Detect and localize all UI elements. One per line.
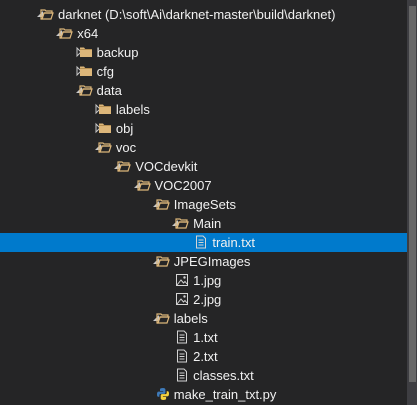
tree-item[interactable]: make_train_txt.py [0,385,410,404]
tree-item[interactable]: 1.txt [0,328,410,347]
tree-item-label: Main [193,216,222,231]
folder-icon [117,159,132,173]
tree-item-label: 1.txt [193,330,218,345]
tree-item[interactable]: x64 [0,24,410,43]
scrollbar-thumb[interactable] [409,6,416,382]
text-file-icon [175,330,189,344]
text-file-icon [175,349,189,363]
tree-item[interactable]: obj [0,119,410,138]
tree-item[interactable]: VOCdevkit [0,157,410,176]
tree-item[interactable]: 1.jpg [0,271,410,290]
folder-icon [98,102,112,116]
folder-icon [156,197,170,211]
tree-item-label: make_train_txt.py [173,387,277,402]
tree-item[interactable]: VOC2007 [0,176,410,195]
tree-item-label: 2.jpg [193,292,222,307]
tree-item-label: VOCdevkit [135,159,198,174]
tree-item-label: voc [115,140,137,155]
tree-item[interactable]: 2.jpg [0,290,410,309]
folder-icon [59,26,74,40]
tree-item[interactable]: Main [0,214,410,233]
tree-item[interactable]: labels [0,100,410,119]
folder-icon [79,45,93,59]
tree-item-label: ImageSets [173,197,236,212]
tree-item-label: x64 [77,26,99,41]
tree-item[interactable]: darknet (D:\soft\Ai\darknet-master\build… [0,5,410,24]
folder-icon [98,121,112,135]
image-file-icon [175,273,189,287]
folder-icon [79,64,93,78]
solution-explorer-tree: darknet (D:\soft\Ai\darknet-master\build… [0,0,417,405]
python-file-icon [156,387,170,401]
tree-item-label: data [96,83,122,98]
tree-item-label: cfg [96,64,114,79]
tree-item-label: JPEGImages [173,254,251,269]
tree-item[interactable]: 2.txt [0,347,410,366]
tree-item-label: labels [173,311,208,326]
folder-icon [156,311,170,325]
tree-item[interactable]: classes.txt [0,366,410,385]
tree-item-label: backup [96,45,139,60]
tree-item-label: darknet (D:\soft\Ai\darknet-master\build… [58,7,336,22]
tree-item-label: 2.txt [193,349,218,364]
tree-item[interactable]: JPEGImages [0,252,410,271]
folder-icon [98,140,112,154]
tree-item-label: train.txt [212,235,256,250]
tree-item[interactable]: data [0,81,410,100]
folder-icon [136,178,151,192]
tree-item-label: labels [115,102,150,117]
tree-item[interactable]: cfg [0,62,410,81]
folder-icon [78,83,93,97]
image-file-icon [175,292,189,306]
tree-item-label: 1.jpg [193,273,222,288]
folder-icon [175,216,189,230]
tree-item[interactable]: ImageSets [0,195,410,214]
tree-item[interactable]: backup [0,43,410,62]
tree-item[interactable]: labels [0,309,410,328]
tree-item-label: classes.txt [193,368,254,383]
tree-item[interactable]: train.txt [0,233,410,252]
text-file-icon [194,235,208,249]
tree-item-label: obj [115,121,134,136]
tree-item-label: VOC2007 [154,178,212,193]
text-file-icon [175,368,189,382]
folder-icon [156,254,170,268]
tree-item[interactable]: voc [0,138,410,157]
folder-icon [40,7,54,21]
